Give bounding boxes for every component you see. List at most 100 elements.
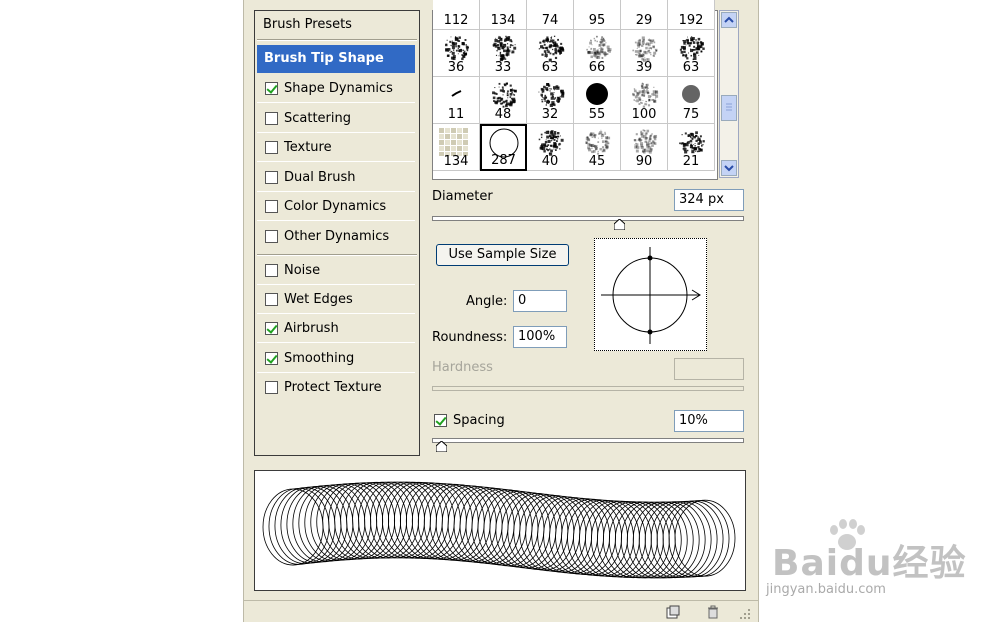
dual-brush-checkbox[interactable]: [265, 171, 278, 184]
watermark-brand: Baidu经验: [772, 543, 967, 584]
scroll-up-button[interactable]: [721, 12, 737, 28]
diameter-field[interactable]: 324 px: [674, 189, 744, 211]
brush-tip-cell[interactable]: 95: [574, 0, 621, 30]
brush-grid-scrollbar[interactable]: [719, 10, 739, 178]
brush-tip-icon: [538, 130, 564, 156]
use-sample-size-button[interactable]: Use Sample Size: [436, 244, 569, 266]
sidebar-item-protect-texture[interactable]: Protect Texture: [257, 374, 415, 402]
resize-grip-icon[interactable]: [738, 607, 752, 621]
brush-tip-cell[interactable]: 55: [574, 77, 621, 124]
angle-label: Angle:: [466, 294, 508, 309]
diameter-label: Diameter: [432, 189, 493, 204]
sidebar-item-label: Other Dynamics: [284, 229, 390, 244]
panel-footer: [244, 600, 758, 623]
sidebar-item-label: Texture: [284, 140, 332, 155]
divider: [257, 254, 417, 256]
brush-tip-icon: [492, 82, 517, 108]
brush-tip-cell[interactable]: 63: [668, 30, 715, 77]
sidebar-item-label: Shape Dynamics: [284, 81, 393, 96]
hardness-label: Hardness: [432, 360, 493, 375]
roundness-label: Roundness:: [432, 330, 508, 345]
chevron-down-icon: [724, 165, 734, 172]
scroll-thumb[interactable]: [721, 95, 737, 121]
sidebar-item-color-dynamics[interactable]: Color Dynamics: [257, 193, 415, 221]
brush-tip-size: 33: [494, 60, 512, 75]
brush-tip-icon: [439, 128, 468, 156]
sidebar-item-smoothing[interactable]: Smoothing: [257, 345, 415, 373]
shape-dynamics-checkbox[interactable]: [265, 82, 278, 95]
brush-tip-cell[interactable]: 192: [668, 0, 715, 30]
texture-checkbox[interactable]: [265, 141, 278, 154]
brush-tip-cell[interactable]: 74: [527, 0, 574, 30]
brush-tip-cell[interactable]: 134: [480, 0, 527, 30]
spacing-field[interactable]: 10%: [674, 410, 744, 432]
roundness-field[interactable]: 100%: [513, 326, 567, 348]
brush-tip-cell[interactable]: 66: [574, 30, 621, 77]
brush-tip-cell[interactable]: 11: [433, 77, 480, 124]
sidebar-item-noise[interactable]: Noise: [257, 257, 415, 285]
sidebar-item-wet-edges[interactable]: Wet Edges: [257, 286, 415, 314]
brush-tip-icon: [679, 36, 705, 61]
trash-icon[interactable]: [706, 605, 720, 619]
brush-tip-cell[interactable]: 32: [527, 77, 574, 124]
brush-tip-cell[interactable]: 29: [621, 0, 668, 30]
brush-tip-size: 45: [588, 154, 606, 169]
other-dynamics-checkbox[interactable]: [265, 230, 278, 243]
sidebar-item-label: Scattering: [284, 111, 352, 126]
sidebar-item-label: Color Dynamics: [284, 199, 387, 214]
sidebar-item-label: Wet Edges: [284, 292, 353, 307]
sidebar-item-brush-tip-shape[interactable]: Brush Tip Shape: [257, 45, 415, 73]
brush-tip-cell[interactable]: 90: [621, 124, 668, 171]
brush-tip-size: 287: [491, 153, 516, 168]
sidebar-item-airbrush[interactable]: Airbrush: [257, 315, 415, 343]
row-line: [257, 161, 415, 162]
brush-tip-cell[interactable]: 45: [574, 124, 621, 171]
smoothing-checkbox[interactable]: [265, 352, 278, 365]
wet-edges-checkbox[interactable]: [265, 293, 278, 306]
brush-tip-cell[interactable]: 39: [621, 30, 668, 77]
sidebar-item-dual-brush[interactable]: Dual Brush: [257, 164, 415, 192]
brush-tip-cell[interactable]: 48: [480, 77, 527, 124]
brush-tip-size: 36: [447, 60, 465, 75]
noise-checkbox[interactable]: [265, 264, 278, 277]
brush-tip-cell[interactable]: 100: [621, 77, 668, 124]
brush-tip-cell[interactable]: 36: [433, 30, 480, 77]
diameter-slider-track[interactable]: [432, 216, 744, 221]
brush-tip-cell[interactable]: 33: [480, 30, 527, 77]
sidebar-item-shape-dynamics[interactable]: Shape Dynamics: [257, 75, 415, 103]
sidebar-item-other-dynamics[interactable]: Other Dynamics: [257, 223, 415, 251]
angle-roundness-preview[interactable]: [594, 238, 707, 351]
scroll-down-button[interactable]: [721, 160, 737, 176]
spacing-checkbox[interactable]: [434, 414, 447, 427]
protect-texture-checkbox[interactable]: [265, 381, 278, 394]
angle-field[interactable]: 0: [513, 290, 567, 312]
sidebar-item-scattering[interactable]: Scattering: [257, 105, 415, 133]
brush-tip-cell[interactable]: 112: [433, 0, 480, 30]
brush-presets-item[interactable]: Brush Presets: [263, 17, 352, 32]
brush-tip-size: 74: [541, 13, 559, 28]
new-preset-icon[interactable]: [666, 605, 680, 619]
brush-tip-cell[interactable]: 287: [480, 124, 527, 171]
spacing-slider-track[interactable]: [432, 438, 744, 443]
row-line: [257, 102, 415, 103]
brush-tip-cell[interactable]: 40: [527, 124, 574, 171]
scattering-checkbox[interactable]: [265, 112, 278, 125]
brush-tip-cell[interactable]: 63: [527, 30, 574, 77]
brush-tip-cell[interactable]: 75: [668, 77, 715, 124]
brush-tip-size: 63: [541, 60, 559, 75]
brush-tip-cell[interactable]: 21: [668, 124, 715, 171]
color-dynamics-checkbox[interactable]: [265, 200, 278, 213]
sidebar-item-texture[interactable]: Texture: [257, 134, 415, 162]
diameter-slider-knob[interactable]: [614, 219, 626, 230]
brush-tip-icon: [538, 35, 565, 62]
brush-options-sidebar: Brush Presets Brush Tip Shape Shape Dyna…: [254, 10, 420, 456]
brush-tip-icon: [682, 85, 700, 103]
spacing-slider-knob[interactable]: [436, 441, 448, 452]
airbrush-checkbox[interactable]: [265, 322, 278, 335]
brush-panel: Brush Presets Brush Tip Shape Shape Dyna…: [243, 0, 759, 622]
brush-tip-cell[interactable]: 134: [433, 124, 480, 171]
row-line: [257, 191, 415, 192]
row-line: [257, 220, 415, 221]
sidebar-item-label: Protect Texture: [284, 380, 382, 395]
sidebar-item-label: Brush Tip Shape: [264, 51, 384, 66]
